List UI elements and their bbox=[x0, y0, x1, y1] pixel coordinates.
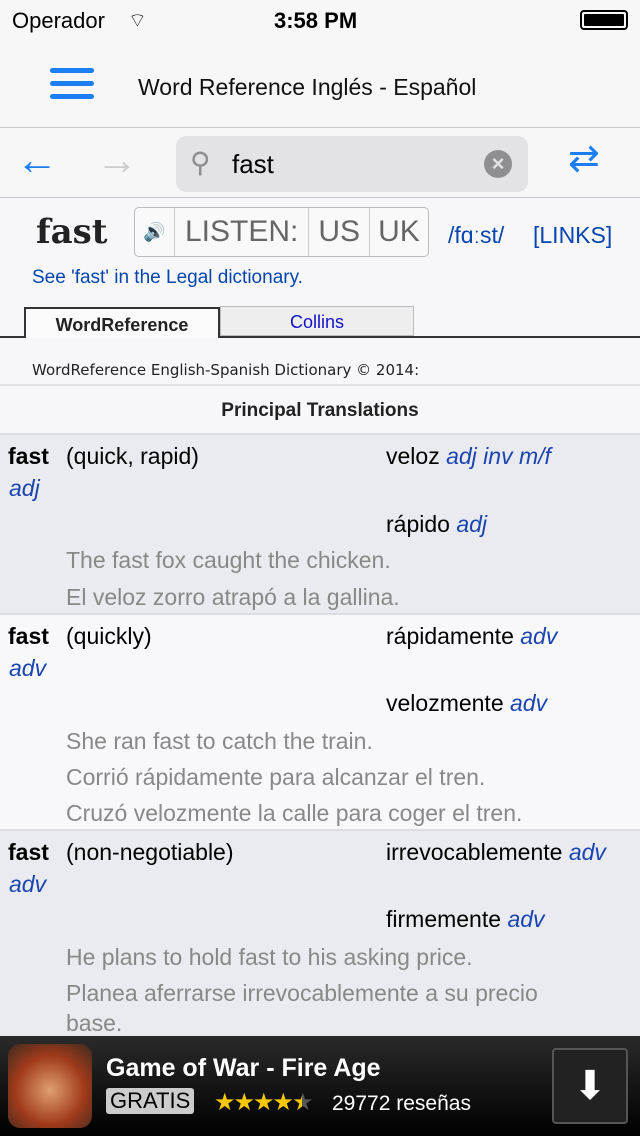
speaker-icon: 🔊 bbox=[135, 208, 175, 256]
example: She ran fast to catch the train. bbox=[66, 728, 373, 754]
entry-sense: (quickly) bbox=[66, 623, 152, 649]
example: Cruzó velozmente la calle para coger el … bbox=[66, 800, 523, 826]
carrier: Operador bbox=[12, 8, 105, 33]
listen-uk-button[interactable]: UK bbox=[370, 208, 428, 256]
pronunciation: /fɑːst/ bbox=[448, 222, 505, 248]
clock: 3:58 PM bbox=[274, 8, 358, 33]
swap-languages-icon[interactable]: ⇄ bbox=[568, 136, 600, 181]
translation: veloz bbox=[386, 443, 440, 469]
translation: irrevocablemente bbox=[386, 839, 563, 865]
ad-banner[interactable]: Game of War - Fire Age GRATIS ★★★★★ 2977… bbox=[0, 1036, 640, 1136]
app-icon bbox=[8, 1044, 92, 1128]
star-rating: ★★★★★ bbox=[214, 1089, 314, 1116]
entry-word: fast bbox=[8, 443, 49, 469]
entry-pos: adv bbox=[9, 655, 47, 681]
translation-pos: adv bbox=[510, 690, 548, 716]
entry-sense: (quick, rapid) bbox=[66, 443, 199, 469]
translation: firmemente bbox=[386, 906, 502, 932]
translation-pos: adv bbox=[568, 839, 606, 865]
clear-icon[interactable]: × bbox=[484, 150, 512, 178]
example: base. bbox=[66, 1010, 123, 1036]
entry-row: fast adj (quick, rapid) veloz adj inv m/… bbox=[0, 433, 640, 613]
page-title: Word Reference Inglés - Español bbox=[138, 74, 477, 100]
listen-group: 🔊 LISTEN: US UK bbox=[134, 207, 429, 257]
entry-word: fast bbox=[8, 839, 49, 865]
translation-pos: adj inv m/f bbox=[446, 443, 551, 469]
listen-label: LISTEN: bbox=[175, 208, 310, 256]
entry-pos: adj bbox=[9, 475, 40, 501]
download-button[interactable]: ⬇ bbox=[552, 1048, 628, 1124]
example: Corrió rápidamente para alcanzar el tren… bbox=[66, 764, 486, 790]
forward-arrow-icon[interactable]: → bbox=[96, 136, 138, 184]
example: Planea aferrarse irrevocablemente a su p… bbox=[66, 980, 538, 1006]
section-heading: Principal Translations bbox=[0, 384, 640, 435]
copyright: WordReference English-Spanish Dictionary… bbox=[32, 361, 420, 379]
headword: fast bbox=[36, 212, 108, 252]
translation: velozmente bbox=[386, 690, 504, 716]
search-input[interactable]: ⚲ fast × bbox=[176, 136, 528, 192]
review-count: 29772 reseñas bbox=[332, 1092, 471, 1115]
translation-pos: adv bbox=[520, 623, 558, 649]
entry-row: fast adv (non-negotiable) irrevocablemen… bbox=[0, 829, 640, 1039]
ad-title: Game of War - Fire Age bbox=[106, 1054, 381, 1082]
nav-bar: Word Reference Inglés - Español bbox=[0, 40, 640, 128]
example: He plans to hold fast to his asking pric… bbox=[66, 944, 473, 970]
search-icon: ⚲ bbox=[190, 147, 211, 178]
entry-row: fast adv (quickly) rápidamente adv veloz… bbox=[0, 613, 640, 829]
price-badge: GRATIS bbox=[106, 1088, 195, 1114]
back-arrow-icon[interactable]: ← bbox=[16, 136, 58, 184]
tab-collins[interactable]: Collins bbox=[220, 306, 414, 336]
example: El veloz zorro atrapó a la gallina. bbox=[66, 584, 400, 610]
menu-icon[interactable] bbox=[50, 68, 94, 99]
status-bar: Operador ⌔ 3:58 PM bbox=[0, 0, 640, 40]
translation: rápidamente bbox=[386, 623, 514, 649]
entry-word: fast bbox=[8, 623, 49, 649]
translation: rápido bbox=[386, 511, 450, 537]
legal-dictionary-link[interactable]: See 'fast' in the Legal dictionary. bbox=[32, 267, 303, 289]
download-arrow-icon: ⬇ bbox=[573, 1064, 607, 1108]
links-link[interactable]: [LINKS] bbox=[533, 222, 612, 249]
wifi-icon: ⌔ bbox=[128, 10, 147, 32]
listen-us-button[interactable]: US bbox=[309, 208, 371, 256]
entry-sense: (non-negotiable) bbox=[66, 839, 234, 865]
tab-wordreference[interactable]: WordReference bbox=[24, 307, 220, 338]
search-toolbar: ← → ⚲ fast × ⇄ bbox=[0, 128, 640, 198]
entry-pos: adv bbox=[9, 871, 47, 897]
battery-icon bbox=[580, 10, 628, 30]
translation-pos: adj bbox=[456, 511, 488, 537]
translation-pos: adv bbox=[507, 906, 545, 932]
example: The fast fox caught the chicken. bbox=[66, 547, 391, 573]
search-text: fast bbox=[232, 149, 274, 179]
